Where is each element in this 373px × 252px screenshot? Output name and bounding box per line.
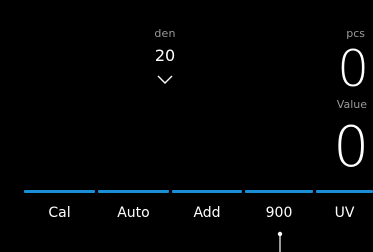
- softkey-indicator: [245, 190, 313, 193]
- softkey-auto[interactable]: Auto: [98, 190, 169, 230]
- softkey-indicator: [24, 190, 95, 193]
- pcs-label: pcs: [346, 27, 365, 40]
- value-label: Value: [336, 98, 367, 111]
- softkey-label: 900: [265, 205, 293, 221]
- pointer-indicator: [277, 231, 283, 252]
- softkey-label: Cal: [48, 205, 71, 221]
- softkey-add[interactable]: Add: [172, 190, 242, 230]
- softkey-uv[interactable]: UV: [316, 190, 373, 230]
- softkey-bar: Cal Auto Add 900 UV: [0, 190, 373, 230]
- softkey-indicator: [172, 190, 242, 193]
- pcs-count: 0: [337, 40, 369, 98]
- softkey-indicator: [98, 190, 169, 193]
- value-total: 0: [333, 115, 369, 180]
- denomination-label: den: [154, 27, 176, 40]
- softkey-indicator: [316, 190, 373, 193]
- softkey-900[interactable]: 900: [245, 190, 313, 230]
- chevron-down-icon[interactable]: [156, 74, 174, 86]
- softkey-label: UV: [334, 205, 355, 221]
- softkey-label: Auto: [117, 205, 150, 221]
- denomination-value[interactable]: 20: [144, 46, 186, 65]
- softkey-cal[interactable]: Cal: [24, 190, 95, 230]
- counter-screen: den 20 pcs 0 Value 0 Cal Auto Add 900 UV: [0, 0, 373, 252]
- softkey-label: Add: [193, 205, 221, 221]
